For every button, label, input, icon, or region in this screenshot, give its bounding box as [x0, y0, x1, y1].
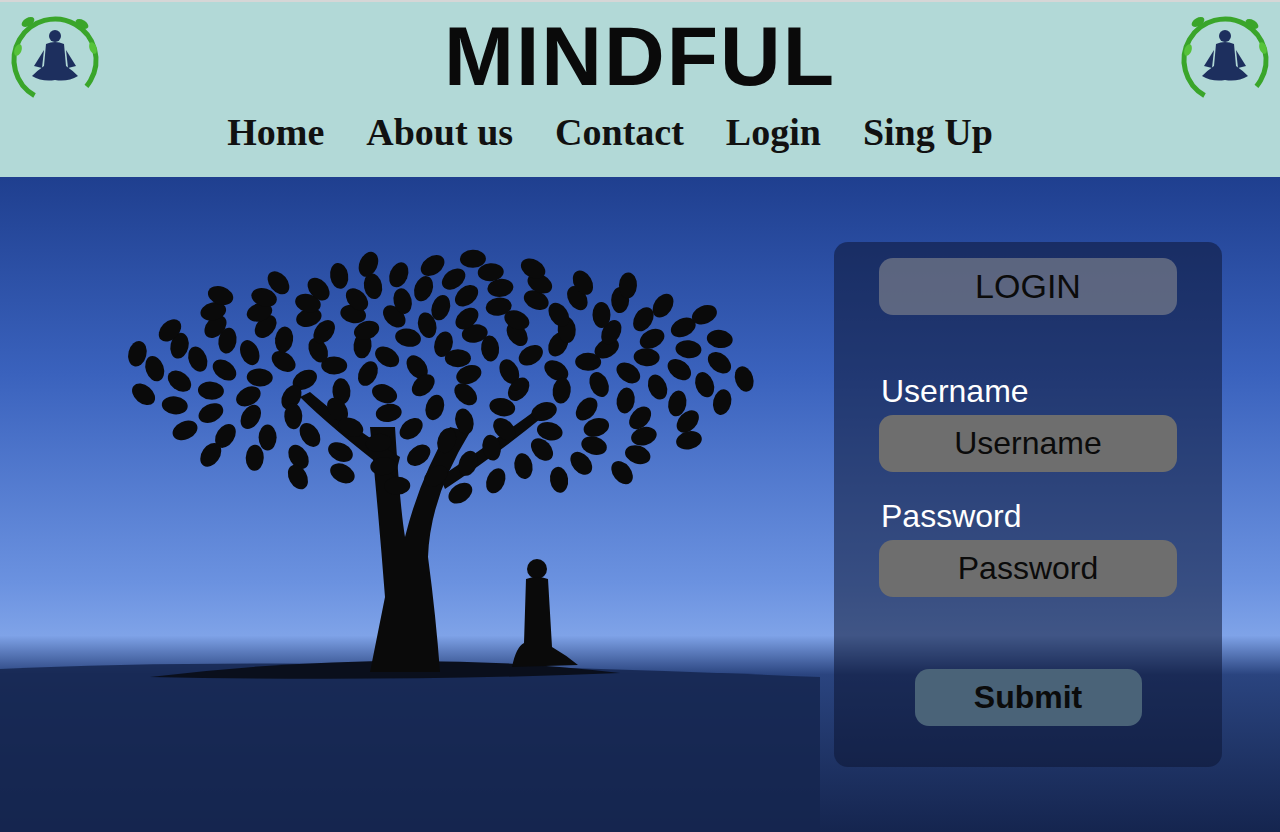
- meditation-logo-icon: [1178, 10, 1272, 106]
- hero: LOGIN Username Password Submit: [0, 177, 1280, 832]
- nav-item[interactable]: Login: [726, 108, 821, 156]
- form-field: Password: [879, 496, 1177, 597]
- nav-item[interactable]: Sing Up: [863, 108, 993, 156]
- header: MINDFUL Home About us Contact Login Sing Up: [0, 0, 1280, 177]
- page: MINDFUL Home About us Contact Login Sing Up LO…: [0, 0, 1280, 832]
- field-input[interactable]: [879, 415, 1177, 472]
- field-label: Password: [879, 496, 1177, 536]
- nav-item[interactable]: About us: [366, 108, 513, 156]
- login-title: LOGIN: [879, 258, 1177, 315]
- site-title: MINDFUL: [444, 8, 836, 104]
- tree-scene-icon: [0, 177, 820, 832]
- header-center: MINDFUL Home About us Contact Login Sing Up: [120, 2, 1160, 177]
- login-panel: LOGIN Username Password Submit: [834, 242, 1222, 767]
- nav-item[interactable]: Home: [227, 108, 324, 156]
- field-input[interactable]: [879, 540, 1177, 597]
- submit-button[interactable]: Submit: [915, 669, 1142, 726]
- nav-item[interactable]: Contact: [555, 108, 684, 156]
- form-field: Username: [879, 371, 1177, 472]
- nav-bar: Home About us Contact Login Sing Up: [227, 108, 993, 156]
- meditation-logo-icon: [8, 10, 102, 106]
- field-label: Username: [879, 371, 1177, 411]
- logo-left: [0, 2, 120, 177]
- logo-right: [1160, 2, 1280, 177]
